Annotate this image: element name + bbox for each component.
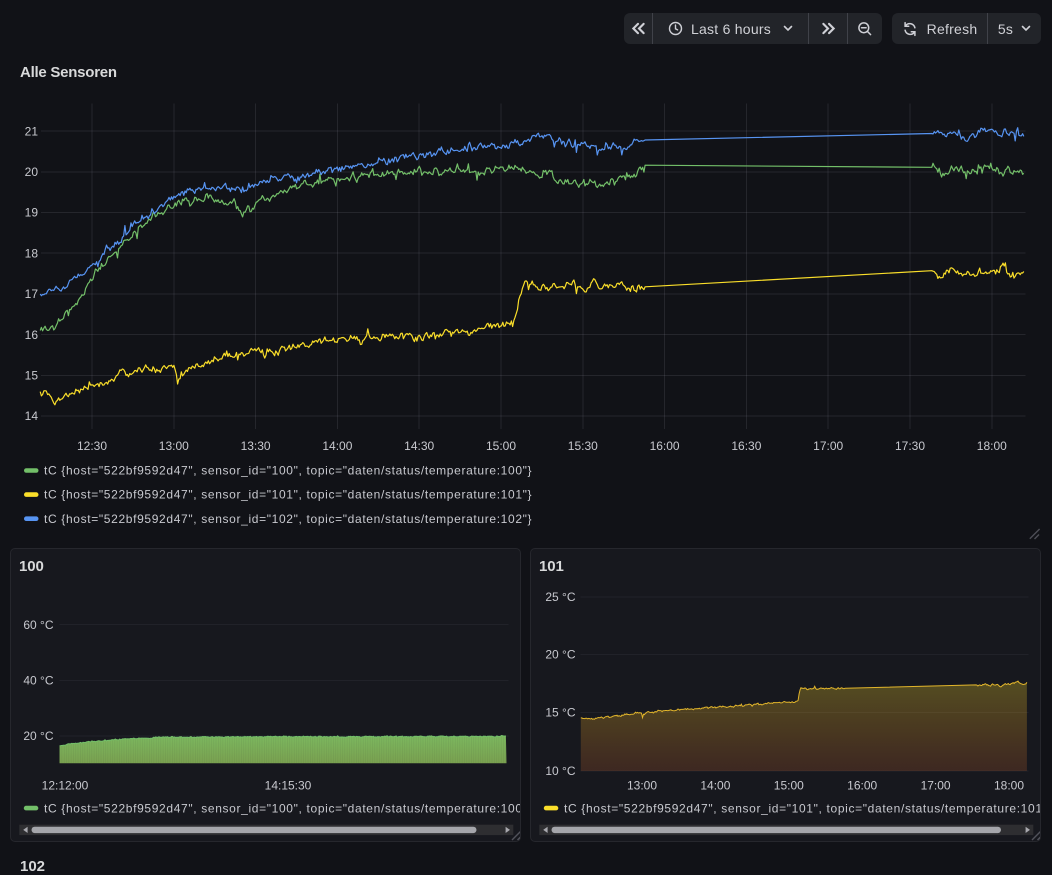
svg-text:15:00: 15:00	[774, 779, 804, 793]
svg-text:17: 17	[25, 287, 39, 301]
svg-text:tC {host="522bf9592d47", senso: tC {host="522bf9592d47", sensor_id="101"…	[44, 488, 532, 502]
svg-text:18:00: 18:00	[994, 779, 1024, 793]
svg-text:13:00: 13:00	[159, 439, 189, 453]
svg-text:12:12:00: 12:12:00	[42, 779, 89, 793]
svg-text:15 °C: 15 °C	[545, 706, 575, 720]
svg-text:14:15:30: 14:15:30	[265, 779, 312, 793]
svg-text:20: 20	[25, 165, 39, 179]
svg-text:16:00: 16:00	[847, 779, 877, 793]
svg-text:16:30: 16:30	[731, 439, 761, 453]
svg-text:15:30: 15:30	[568, 439, 598, 453]
svg-text:40 °C: 40 °C	[23, 674, 53, 688]
svg-text:20 °C: 20 °C	[23, 729, 53, 743]
svg-text:14:30: 14:30	[404, 439, 434, 453]
svg-text:tC {host="522bf9592d47", senso: tC {host="522bf9592d47", sensor_id="100"…	[44, 801, 520, 815]
svg-text:15: 15	[25, 369, 39, 383]
svg-text:20 °C: 20 °C	[545, 648, 575, 662]
svg-text:13:00: 13:00	[627, 779, 657, 793]
svg-text:15:00: 15:00	[486, 439, 516, 453]
svg-text:21: 21	[25, 124, 39, 138]
svg-text:14:00: 14:00	[700, 779, 730, 793]
svg-text:16:00: 16:00	[650, 439, 680, 453]
svg-text:17:30: 17:30	[895, 439, 925, 453]
svg-text:60 °C: 60 °C	[23, 618, 53, 632]
svg-text:12:30: 12:30	[77, 439, 107, 453]
svg-text:25 °C: 25 °C	[545, 590, 575, 604]
svg-text:tC {host="522bf9592d47", senso: tC {host="522bf9592d47", sensor_id="102"…	[44, 512, 532, 526]
svg-text:18: 18	[25, 246, 39, 260]
svg-text:13:30: 13:30	[241, 439, 271, 453]
svg-text:tC {host="522bf9592d47", senso: tC {host="522bf9592d47", sensor_id="100"…	[44, 464, 532, 478]
svg-text:19: 19	[25, 206, 39, 220]
svg-text:10 °C: 10 °C	[545, 764, 575, 778]
svg-text:17:00: 17:00	[813, 439, 843, 453]
svg-text:17:00: 17:00	[921, 779, 951, 793]
svg-text:16: 16	[25, 328, 39, 342]
svg-text:14:00: 14:00	[322, 439, 352, 453]
svg-text:18:00: 18:00	[977, 439, 1007, 453]
svg-text:14: 14	[25, 409, 39, 423]
svg-text:tC {host="522bf9592d47", senso: tC {host="522bf9592d47", sensor_id="101"…	[564, 801, 1040, 815]
